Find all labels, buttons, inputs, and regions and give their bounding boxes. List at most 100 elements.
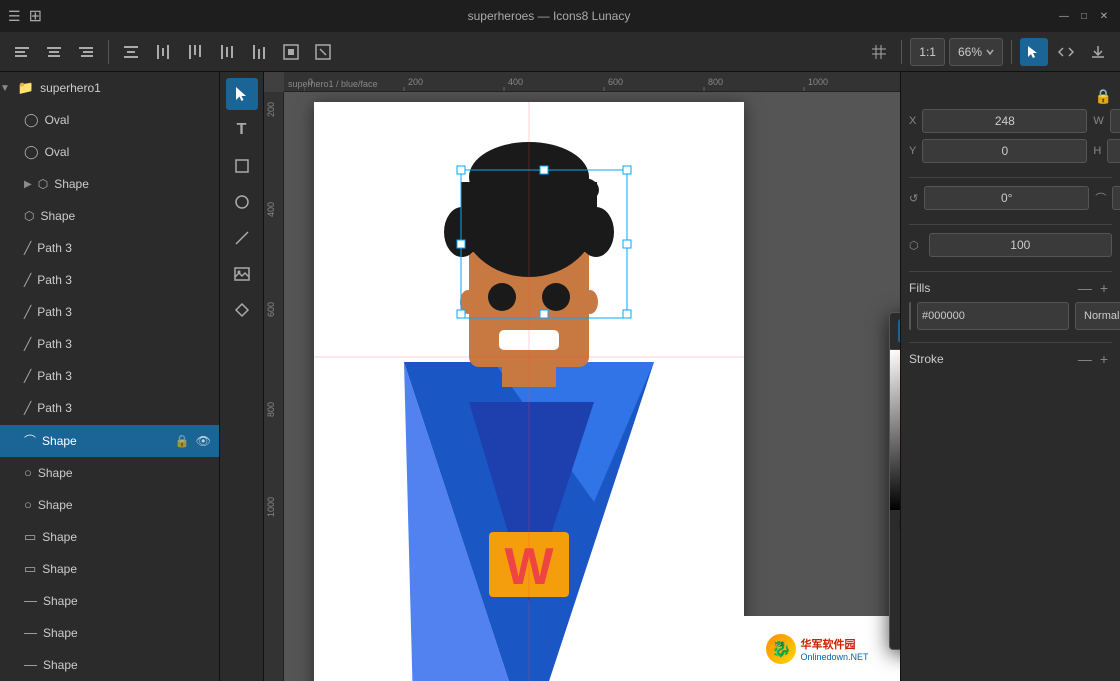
opacity-row: ⬡ [909, 233, 1112, 257]
scale-button[interactable] [309, 38, 337, 66]
cp-gradient-area[interactable] [890, 350, 900, 510]
layer-shape8[interactable]: — Shape [0, 585, 219, 617]
cp-solid-mode[interactable] [898, 319, 900, 343]
rect-tool[interactable] [226, 150, 258, 182]
component-tool[interactable] [226, 294, 258, 326]
layer-oval1[interactable]: ◯ Oval [0, 104, 219, 136]
export-button[interactable] [1084, 38, 1112, 66]
grid-button[interactable] [865, 38, 893, 66]
svg-text:600: 600 [266, 302, 276, 317]
layer-path3[interactable]: ╱ Path 3 [0, 296, 219, 328]
stroke-remove-button[interactable]: — [1074, 351, 1096, 367]
zoom-percent-button[interactable]: 66% [949, 38, 1003, 66]
properties-panel: 🔒 X W Y H ↺ ⌒ ⬡ [900, 72, 1120, 681]
fills-title: Fills [909, 281, 1074, 295]
fills-add-button[interactable]: + [1096, 280, 1112, 296]
shape-path-icon: ⌒ [24, 432, 36, 449]
y-input[interactable] [922, 139, 1087, 163]
fill-mode-select[interactable]: Normal Multiply Screen Overlay [1075, 302, 1120, 330]
image-tool[interactable] [226, 258, 258, 290]
layer-shape9[interactable]: — Shape [0, 617, 219, 649]
close-button[interactable]: ✕ [1096, 8, 1112, 24]
align-right-button[interactable] [72, 38, 100, 66]
shape-icon: ⬡ [38, 177, 48, 191]
layer-shape3[interactable]: ⌒ Shape 🔒 👁 [0, 425, 219, 457]
svg-text:400: 400 [508, 77, 523, 87]
page-align-button[interactable] [277, 38, 305, 66]
layer-shape5[interactable]: ○ Shape [0, 489, 219, 521]
code-button[interactable] [1052, 38, 1080, 66]
radius-icon: ⌒ [1095, 190, 1106, 206]
select-tool[interactable] [226, 78, 258, 110]
canvas-container[interactable]: W [284, 92, 900, 681]
line-icon: — [24, 593, 37, 608]
layer-shape6[interactable]: ▭ Shape [0, 521, 219, 553]
tool-sidebar: T [220, 72, 264, 681]
distribute-h-button[interactable] [149, 38, 177, 66]
rotation-input[interactable] [924, 186, 1089, 210]
svg-text:200: 200 [266, 102, 276, 117]
hamburger-icon[interactable]: ☰ [8, 8, 21, 25]
fill-hex-input[interactable] [917, 302, 1069, 330]
rotation-icon: ↺ [909, 192, 918, 205]
layer-path1[interactable]: ╱ Path 3 [0, 232, 219, 264]
opacity-input[interactable] [929, 233, 1112, 257]
layer-path2[interactable]: ╱ Path 3 [0, 264, 219, 296]
canvas-area[interactable]: 0 200 400 600 800 1000 superhero1 / blue… [264, 72, 900, 681]
fills-remove-button[interactable]: — [1074, 280, 1096, 296]
maximize-button[interactable]: □ [1076, 8, 1092, 24]
cursor-mode-button[interactable] [1020, 38, 1048, 66]
radius-input[interactable] [1112, 186, 1120, 210]
artboard: W [314, 102, 744, 681]
h-input[interactable] [1107, 139, 1120, 163]
w-label: W [1093, 115, 1103, 127]
x-label: X [909, 115, 916, 127]
layer-path6[interactable]: ╱ Path 3 [0, 392, 219, 424]
watermark-line2: Onlinedown.NET [800, 652, 868, 662]
lock-badge: 🔒 [175, 434, 190, 448]
watermark: 🐉 华军软件园 Onlinedown.NET [735, 616, 900, 681]
line-icon: — [24, 657, 37, 672]
layer-root[interactable]: ▼ 📁 superhero1 [0, 72, 219, 104]
oval-icon: ○ [24, 465, 32, 480]
line-tool[interactable] [226, 222, 258, 254]
layer-path5[interactable]: ╱ Path 3 [0, 360, 219, 392]
fill-swatch[interactable] [909, 302, 911, 330]
lock-icon[interactable]: 🔒 [1095, 88, 1112, 105]
layers-panel: ▼ 📁 superhero1 ◯ Oval ◯ Oval ▶ ⬡ Shape ⬡… [0, 72, 220, 681]
w-input[interactable] [1110, 109, 1120, 133]
color-picker-popup: ✕ [889, 312, 900, 650]
align-center-h-button[interactable] [40, 38, 68, 66]
layer-shape4[interactable]: ○ Shape [0, 457, 219, 489]
align-bottom-button[interactable] [245, 38, 273, 66]
align-mid-button[interactable] [213, 38, 241, 66]
y-label: Y [909, 145, 916, 157]
svg-text:400: 400 [266, 202, 276, 217]
path-icon: ╱ [24, 369, 31, 383]
ruler-left: 200 400 600 800 1000 [264, 92, 284, 681]
rotation-row: ↺ ⌒ [909, 186, 1112, 210]
cp-header: ✕ [890, 313, 900, 350]
layer-shape2[interactable]: ⬡ Shape [0, 200, 219, 232]
layer-path4[interactable]: ╱ Path 3 [0, 328, 219, 360]
layer-shape7[interactable]: ▭ Shape [0, 553, 219, 585]
minimize-button[interactable]: — [1056, 8, 1072, 24]
shape-icon: ⬡ [24, 209, 34, 223]
layer-oval2[interactable]: ◯ Oval [0, 136, 219, 168]
align-top-button[interactable] [181, 38, 209, 66]
layers-icon[interactable]: ⊞ [29, 6, 42, 26]
rect-icon: ▭ [24, 561, 36, 577]
path-icon: ╱ [24, 273, 31, 287]
stroke-add-button[interactable]: + [1096, 351, 1112, 367]
text-tool[interactable]: T [226, 114, 258, 146]
distribute-v-button[interactable] [117, 38, 145, 66]
layer-shape1[interactable]: ▶ ⬡ Shape [0, 168, 219, 200]
oval-tool[interactable] [226, 186, 258, 218]
opacity-icon: ⬡ [909, 239, 919, 252]
folder-icon: 📁 [18, 80, 34, 96]
x-input[interactable] [922, 109, 1087, 133]
zoom-ratio-button[interactable]: 1:1 [910, 38, 945, 66]
svg-text:1000: 1000 [808, 77, 828, 87]
layer-shape10[interactable]: — Shape [0, 649, 219, 681]
align-left-button[interactable] [8, 38, 36, 66]
